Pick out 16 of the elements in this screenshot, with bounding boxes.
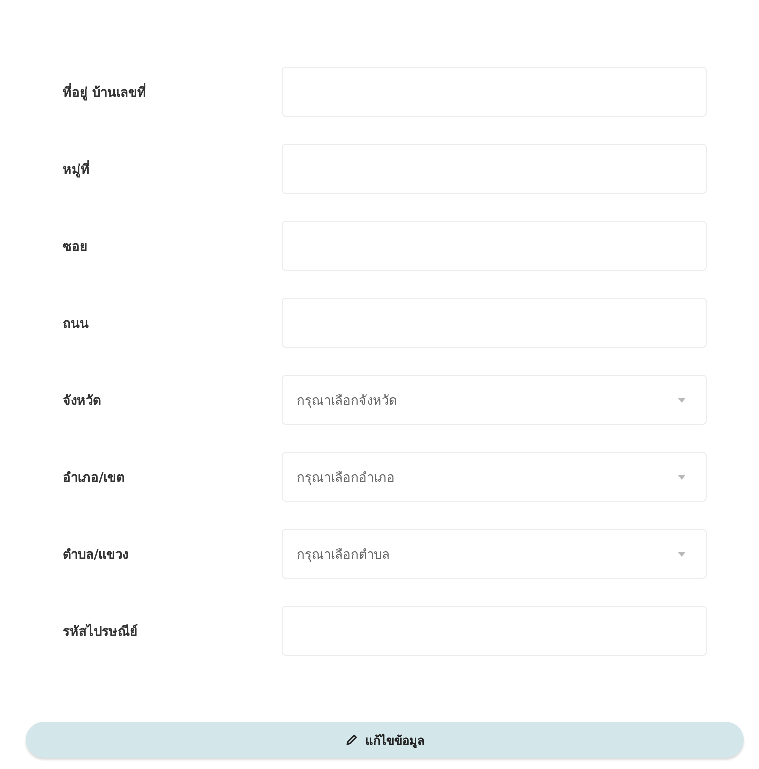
field-label: หมู่ที่ bbox=[63, 160, 91, 180]
edit-button[interactable]: แก้ไขข้อมูล bbox=[26, 722, 744, 758]
field-label: รหัสไปรษณีย์ bbox=[63, 622, 139, 642]
field-label: อำเภอ/เขต bbox=[63, 470, 126, 488]
field-label: ที่อยู่ บ้านเลขที่ bbox=[63, 82, 148, 102]
dropdown-field[interactable]: กรุณาเลือกอำเภอ bbox=[282, 452, 707, 502]
dropdown-field[interactable]: กรุณาเลือกจังหวัด bbox=[282, 375, 707, 425]
caret-icon bbox=[678, 398, 686, 402]
caret-icon bbox=[678, 474, 686, 480]
field-label: ถนน bbox=[63, 316, 90, 334]
pencil-icon bbox=[346, 734, 358, 746]
field-label: ตำบล/แขวง bbox=[63, 546, 130, 564]
field-label: จังหวัด bbox=[63, 392, 102, 410]
dropdown-field[interactable]: กรุณาเลือกตำบล bbox=[282, 529, 707, 579]
field-label: ซอย bbox=[63, 238, 89, 256]
caret-icon bbox=[678, 552, 686, 556]
